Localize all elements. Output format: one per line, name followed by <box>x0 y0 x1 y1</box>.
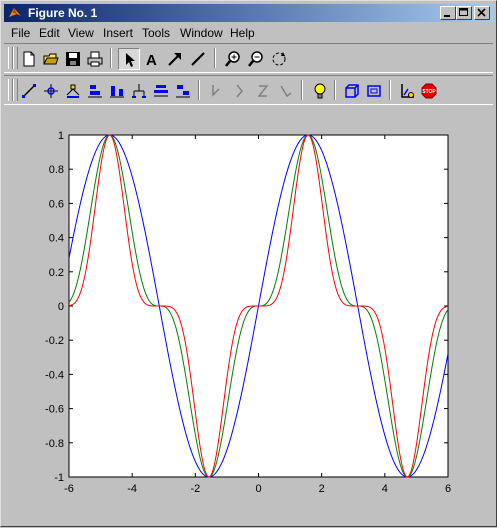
x-tick-label: 2 <box>319 483 325 495</box>
y-tick-label: -0.6 <box>45 404 64 416</box>
figure-window: Figure No. 1 File Edit View Insert Tools… <box>0 0 497 527</box>
y-tick-label: 0.2 <box>49 267 64 279</box>
y-tick-label: 0.8 <box>49 164 64 176</box>
y-tick-label: -0.8 <box>45 438 64 450</box>
y-tick-label: 0.4 <box>49 233 64 245</box>
x-tick-label: -6 <box>64 483 74 495</box>
plot-axes[interactable]: -6 -4 -2 0 2 4 6 1 0.8 0.6 0.4 0.2 0 -0.2 -0.4 -0.6 -0.… <box>1 1 497 528</box>
y-tick-label: 0.6 <box>49 198 64 210</box>
x-tick-label: -4 <box>127 483 137 495</box>
y-tick-label: -0.4 <box>45 369 64 381</box>
y-tick-label: -1 <box>54 472 64 484</box>
y-tick-label: -0.2 <box>45 335 64 347</box>
x-tick-label: 0 <box>255 483 261 495</box>
x-tick-label: -2 <box>190 483 200 495</box>
x-tick-label: 4 <box>382 483 388 495</box>
y-tick-label: 1 <box>58 130 64 142</box>
y-tick-label: 0 <box>58 301 64 313</box>
x-tick-label: 6 <box>445 483 451 495</box>
